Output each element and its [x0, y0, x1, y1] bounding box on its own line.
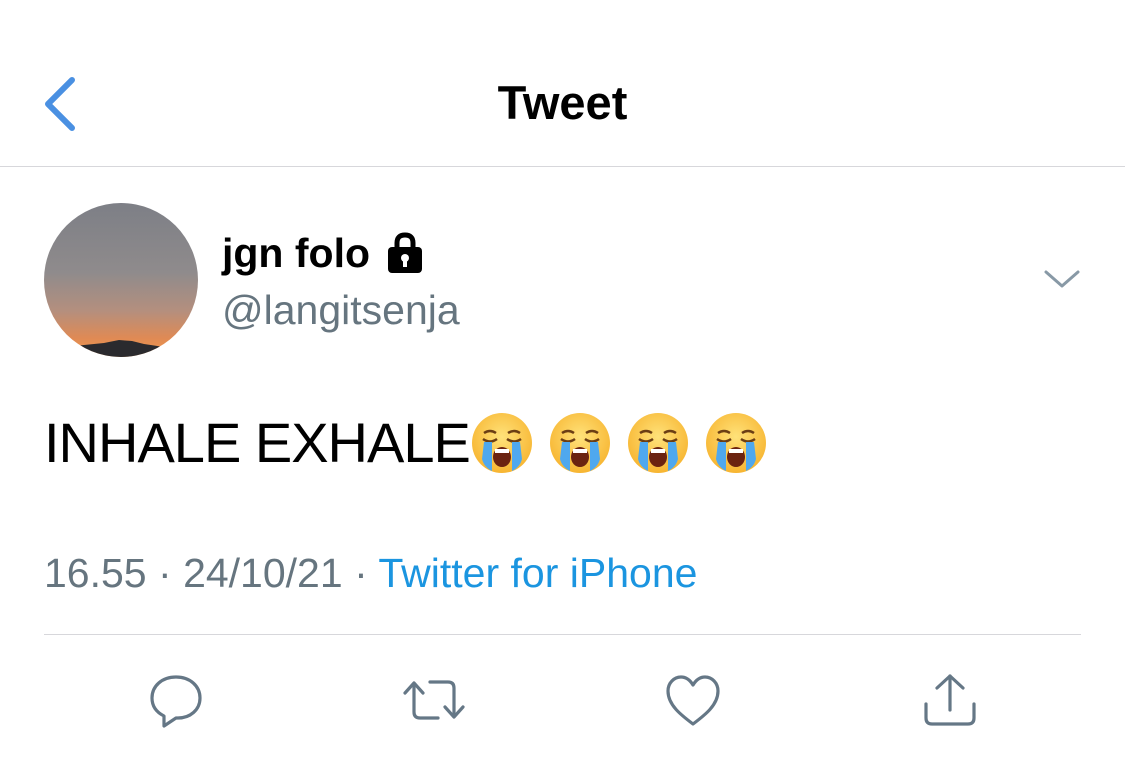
crying-face-emoji-icon: [470, 411, 534, 475]
chevron-down-icon: [1044, 270, 1080, 288]
crying-face-emoji-icon: [548, 411, 612, 475]
retweet-icon: [403, 680, 465, 720]
tweet-metadata: 16.55 · 24/10/21 · Twitter for iPhone: [44, 548, 697, 598]
tweet-text: INHALE EXHALE: [44, 411, 471, 474]
share-icon: [924, 674, 976, 726]
user-handle[interactable]: @langitsenja: [222, 285, 460, 335]
avatar[interactable]: [44, 203, 198, 357]
reply-button[interactable]: [146, 670, 206, 730]
tweet-time: 16.55: [44, 550, 147, 596]
tweet-body: INHALE EXHALE: [44, 410, 782, 476]
display-name[interactable]: jgn folo: [222, 228, 426, 278]
like-icon: [666, 675, 720, 726]
meta-separator: ·: [354, 550, 379, 596]
crying-face-emoji-icon: [626, 411, 690, 475]
avatar-image: [44, 203, 198, 357]
like-button[interactable]: [663, 670, 723, 730]
divider: [44, 634, 1081, 635]
lock-icon: [384, 231, 426, 275]
share-button[interactable]: [920, 670, 980, 730]
tweet-source-link[interactable]: Twitter for iPhone: [378, 550, 697, 596]
crying-face-emoji-icon: [704, 411, 768, 475]
emoji-group: [470, 411, 782, 475]
retweet-button[interactable]: [402, 670, 465, 730]
navigation-bar: Tweet: [0, 0, 1125, 167]
tweet-detail-screen: Tweet jgn folo @langitsenja INHALE EXHAL…: [0, 0, 1125, 767]
display-name-text: jgn folo: [222, 230, 371, 276]
tweet-menu-button[interactable]: [1040, 262, 1084, 296]
reply-icon: [150, 675, 202, 728]
page-title: Tweet: [497, 76, 628, 129]
tweet-date: 24/10/21: [183, 550, 343, 596]
meta-separator: ·: [158, 550, 184, 596]
